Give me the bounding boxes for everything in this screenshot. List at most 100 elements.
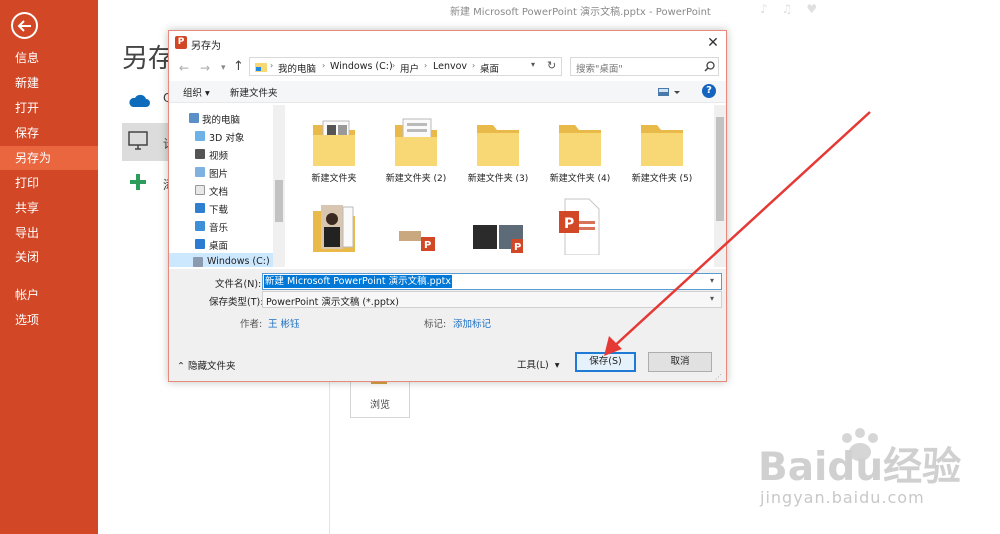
nav-share[interactable]: 共享 xyxy=(0,196,98,220)
breadcrumb-drive[interactable]: Windows (C:) xyxy=(330,61,393,72)
tools-button[interactable]: 工具(L) ▾ xyxy=(517,357,560,371)
onedrive-cloud-icon[interactable] xyxy=(128,94,150,108)
computer-icon xyxy=(189,113,199,123)
title-decoration-icons: ♪♫♥ xyxy=(760,2,832,16)
computer-icon xyxy=(128,131,148,150)
add-place-icon[interactable] xyxy=(128,172,148,192)
navigation-pane: 我的电脑 3D 对象 视频 图片 文档 下载 音乐 桌面 Windows (C:… xyxy=(169,105,285,267)
chevron-down-icon[interactable]: ▾ xyxy=(531,60,535,69)
up-arrow-icon[interactable]: ↑ xyxy=(233,60,247,74)
file-label: 新建文件夹 xyxy=(311,174,357,184)
breadcrumb-separator: › xyxy=(424,61,428,70)
navigation-scrollbar[interactable] xyxy=(273,105,285,267)
close-icon[interactable]: ✕ xyxy=(705,35,721,51)
tree-item-downloads[interactable]: 下载 xyxy=(169,199,281,217)
drive-icon xyxy=(193,257,203,267)
file-item[interactable] xyxy=(295,191,373,267)
search-box[interactable]: 搜索"桌面" xyxy=(570,57,719,76)
folder-photo-icon xyxy=(313,205,355,252)
hide-folders-label: 隐藏文件夹 xyxy=(187,361,236,372)
tree-item-label: 桌面 xyxy=(209,241,229,252)
watermark-logo: Baidu经验 xyxy=(758,445,962,490)
file-item[interactable]: P xyxy=(377,191,455,267)
tree-item-videos[interactable]: 视频 xyxy=(169,145,281,163)
folder-icon xyxy=(477,125,519,166)
nav-save[interactable]: 保存 xyxy=(0,121,98,145)
breadcrumb-separator: › xyxy=(270,61,274,70)
browse-label: 浏览 xyxy=(370,400,390,411)
author-value[interactable]: 王 彬钰 xyxy=(268,316,300,330)
nav-new[interactable]: 新建 xyxy=(0,71,98,95)
back-arrow-icon[interactable]: ← xyxy=(179,61,193,75)
file-item[interactable]: P xyxy=(459,191,537,267)
breadcrumb-users[interactable]: 用户 xyxy=(400,61,419,75)
filetype-select[interactable]: PowerPoint 演示文稿 (*.pptx) ▾ xyxy=(262,291,722,308)
page-title: 另存 xyxy=(122,44,175,74)
cancel-button[interactable]: 取消 xyxy=(648,352,712,372)
tree-item-pictures[interactable]: 图片 xyxy=(169,163,281,181)
file-item[interactable]: 新建文件夹 (2) xyxy=(377,105,455,189)
organize-button[interactable]: 组织 ▾ xyxy=(183,85,210,99)
pptx-file-icon: P xyxy=(559,198,600,255)
nav-info[interactable]: 信息 xyxy=(0,46,98,70)
file-list-scrollbar[interactable] xyxy=(714,105,726,267)
nav-print[interactable]: 打印 xyxy=(0,171,98,195)
file-item[interactable]: 新建文件夹 xyxy=(295,105,373,189)
svg-text:P: P xyxy=(514,242,521,253)
pictures-icon xyxy=(195,167,205,177)
refresh-icon[interactable]: ↻ xyxy=(547,59,556,72)
chevron-down-icon[interactable]: ▾ xyxy=(710,294,714,303)
dialog-toolbar: 组织 ▾ 新建文件夹 ? xyxy=(169,81,726,103)
back-button[interactable] xyxy=(11,12,38,39)
breadcrumb-user[interactable]: Lenvov xyxy=(433,61,467,72)
tree-item-music[interactable]: 音乐 xyxy=(169,217,281,235)
breadcrumb-my-computer[interactable]: 我的电脑 xyxy=(278,61,316,75)
breadcrumb-desktop[interactable]: 桌面 xyxy=(480,61,499,75)
file-item[interactable]: 新建文件夹 (5) xyxy=(623,105,701,189)
folder-icon xyxy=(255,63,267,72)
nav-close[interactable]: 关闭 xyxy=(0,245,98,269)
nav-open[interactable]: 打开 xyxy=(0,96,98,120)
file-list: 新建文件夹 新建文件夹 (2) 新建文件夹 (3) 新建文件夹 (4) 新建文件… xyxy=(287,105,714,267)
save-button[interactable]: 保存(S) xyxy=(575,352,636,372)
documents-icon xyxy=(195,185,205,195)
tree-item-3d-objects[interactable]: 3D 对象 xyxy=(169,127,281,145)
save-options: 文件名(N): 新建 Microsoft PowerPoint 演示文稿.ppt… xyxy=(169,269,726,381)
view-options-icon[interactable] xyxy=(657,86,681,98)
filename-input[interactable]: 新建 Microsoft PowerPoint 演示文稿.pptx ▾ xyxy=(262,273,722,290)
tree-item-my-computer[interactable]: 我的电脑 xyxy=(169,109,281,127)
tree-item-drive-c[interactable]: Windows (C:) xyxy=(169,253,281,267)
resize-grip-icon[interactable]: ⋰ xyxy=(715,373,722,381)
new-folder-button[interactable]: 新建文件夹 xyxy=(230,85,278,99)
scrollbar-thumb[interactable] xyxy=(716,117,724,221)
browse-button[interactable]: 浏览 xyxy=(350,377,410,418)
nav-options[interactable]: 选项 xyxy=(0,308,98,332)
nav-account[interactable]: 帐户 xyxy=(0,283,98,307)
hide-folders-toggle[interactable]: ⌃ 隐藏文件夹 xyxy=(177,358,236,372)
file-item[interactable]: 新建文件夹 (3) xyxy=(459,105,537,189)
filename-value[interactable]: 新建 Microsoft PowerPoint 演示文稿.pptx xyxy=(264,275,453,288)
add-tags-link[interactable]: 添加标记 xyxy=(453,316,491,330)
tree-item-label: 图片 xyxy=(209,169,229,180)
nav-export[interactable]: 导出 xyxy=(0,221,98,245)
tree-item-desktop[interactable]: 桌面 xyxy=(169,235,281,253)
file-item[interactable]: 新建文件夹 (4) xyxy=(541,105,619,189)
address-bar[interactable]: › 我的电脑 › Windows (C:) › 用户 › Lenvov › 桌面… xyxy=(249,57,562,76)
window-title: 新建 Microsoft PowerPoint 演示文稿.pptx - Powe… xyxy=(450,7,711,18)
chevron-up-icon: ⌃ xyxy=(177,361,188,372)
help-icon[interactable]: ? xyxy=(702,84,716,98)
desktop-icon xyxy=(195,239,205,249)
tree-item-documents[interactable]: 文档 xyxy=(169,181,281,199)
chevron-down-icon[interactable]: ▾ xyxy=(710,276,714,285)
file-label: 新建文件夹 (3) xyxy=(467,174,529,184)
chevron-down-icon[interactable]: ▾ xyxy=(221,61,231,75)
tags-label: 标记: xyxy=(424,319,447,330)
file-item[interactable]: P xyxy=(541,191,619,267)
tree-item-label: Windows (C:) xyxy=(207,256,270,267)
music-icon xyxy=(195,221,205,231)
dialog-titlebar[interactable]: P 另存为 ✕ xyxy=(169,31,726,55)
scrollbar-thumb[interactable] xyxy=(275,180,283,222)
forward-arrow-icon[interactable]: → xyxy=(200,61,214,75)
folder-icon xyxy=(313,120,355,166)
nav-save-as[interactable]: 另存为 xyxy=(0,146,98,170)
